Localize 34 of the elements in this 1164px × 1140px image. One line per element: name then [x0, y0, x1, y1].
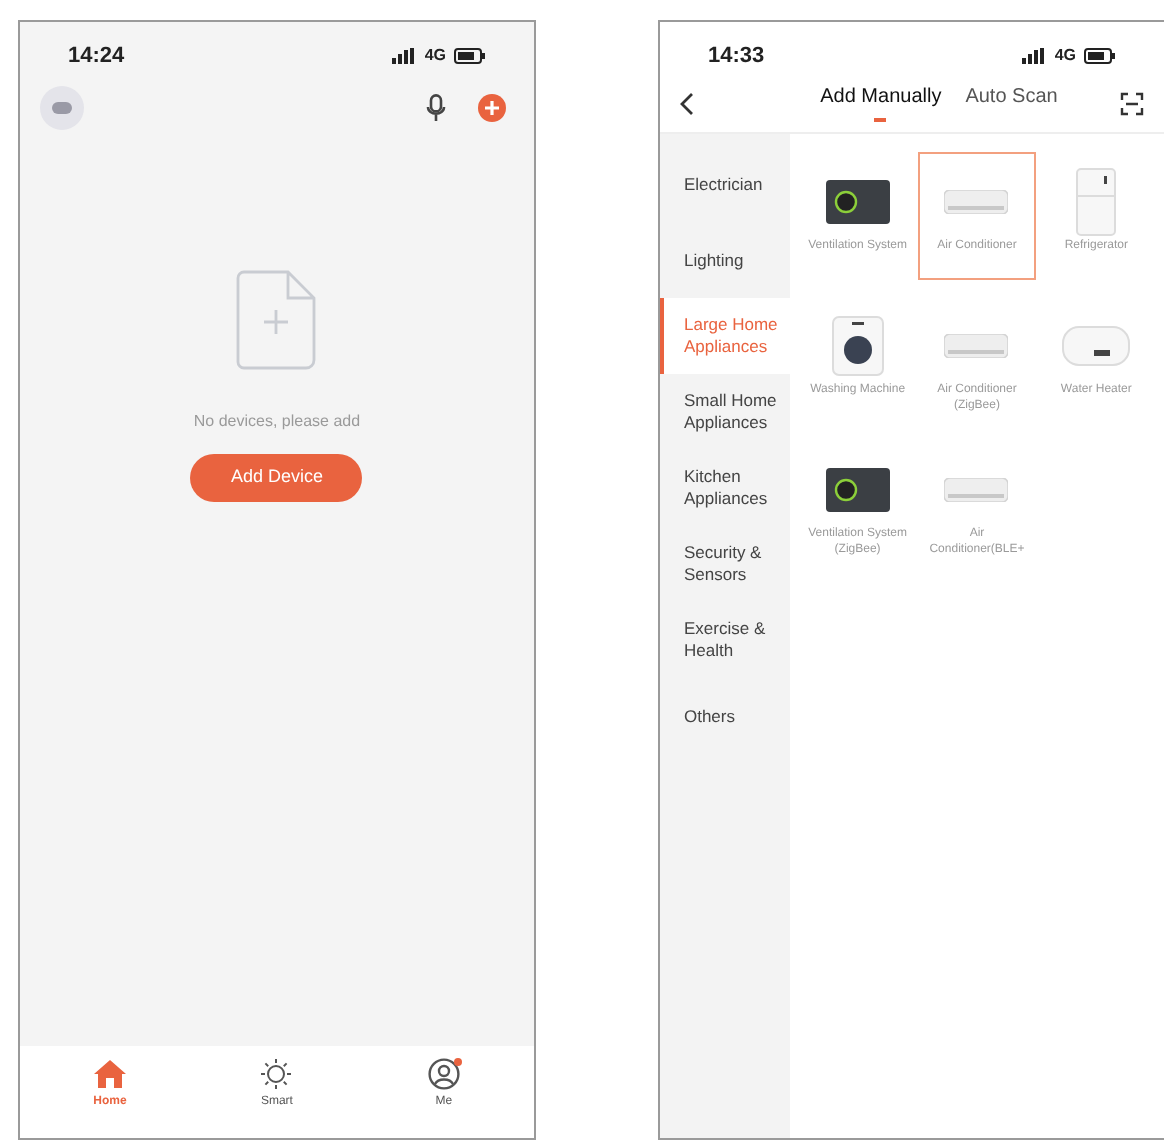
network-label: 4G	[424, 44, 446, 68]
signal-icon	[1022, 48, 1047, 64]
refrigerator-icon	[1076, 168, 1117, 236]
water-heater-icon	[1062, 326, 1131, 366]
sun-icon	[260, 1058, 293, 1090]
category-item[interactable]: Security & Sensors	[659, 526, 790, 602]
status-time: 14:33	[707, 41, 765, 72]
air-conditioner-icon	[944, 478, 1009, 502]
profile-icon	[427, 1058, 460, 1090]
empty-message: No devices, please add	[193, 410, 361, 434]
home-icon	[92, 1058, 128, 1090]
network-label: 4G	[1054, 44, 1076, 68]
category-item[interactable]: Electrician	[659, 146, 790, 222]
category-item[interactable]: Exercise & Health	[659, 602, 790, 678]
air-conditioner-icon	[944, 334, 1009, 358]
tab[interactable]: Add Manually	[820, 85, 942, 121]
ventilation-panel-icon	[825, 180, 890, 224]
status-time: 14:24	[68, 41, 125, 72]
microphone-icon[interactable]	[425, 94, 446, 122]
category-item[interactable]: Kitchen Appliances	[659, 450, 790, 526]
tab[interactable]: Auto Scan	[965, 85, 1058, 121]
air-conditioner-icon	[944, 190, 1009, 214]
add-icon[interactable]	[477, 94, 506, 122]
battery-icon	[1084, 48, 1116, 64]
empty-document-icon	[236, 270, 317, 370]
battery-icon	[453, 48, 486, 64]
category-item[interactable]: Small Home Appliances	[659, 374, 790, 450]
category-item[interactable]: Lighting	[659, 222, 790, 298]
signal-icon	[392, 48, 417, 64]
category-item[interactable]: Others	[659, 678, 790, 754]
scan-icon[interactable]	[1119, 91, 1144, 115]
back-icon[interactable]	[679, 91, 694, 115]
ventilation-panel-icon	[825, 468, 890, 512]
washing-machine-icon	[831, 316, 884, 376]
